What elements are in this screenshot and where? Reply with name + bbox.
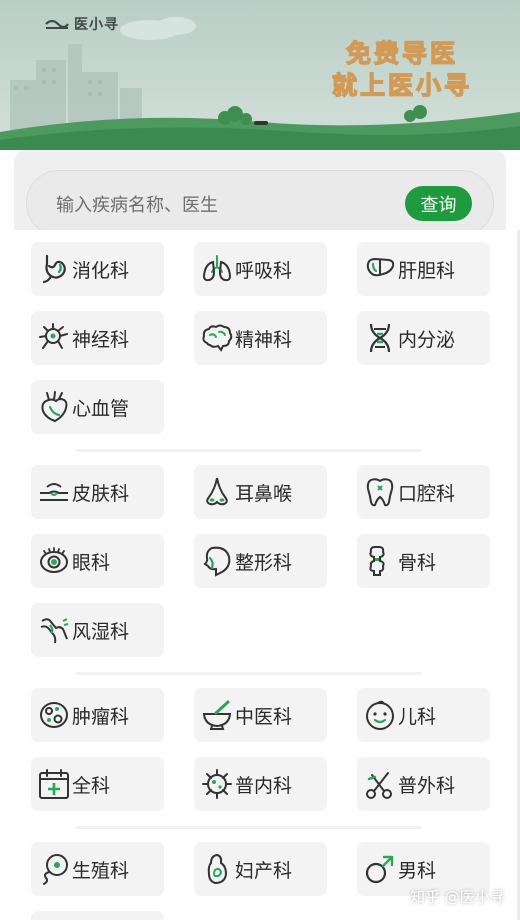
stomach-icon	[37, 252, 71, 286]
dept-label: 全科	[72, 774, 111, 797]
group-divider	[76, 449, 422, 452]
dept-plastic-surgery[interactable]: 整形科	[194, 534, 327, 588]
search-button[interactable]: 查询	[405, 186, 472, 221]
pregnant-icon	[200, 852, 234, 886]
group-divider	[76, 672, 422, 675]
dept-label: 生殖科	[72, 859, 130, 882]
brand-mark-icon	[45, 19, 69, 29]
skin-icon	[37, 475, 71, 509]
dept-neurology[interactable]: 神经科	[31, 311, 164, 365]
dept-orthopedics[interactable]: 骨科	[357, 534, 490, 588]
dept-label: 风湿科	[72, 620, 130, 643]
dept-label: 口腔科	[398, 482, 456, 505]
sperm-icon	[37, 852, 71, 886]
dept-oncology[interactable]: 肿瘤科	[31, 688, 164, 742]
dept-label: 内分泌	[398, 328, 456, 351]
dept-label: 儿科	[398, 705, 437, 728]
calendar-plus-icon	[37, 767, 71, 801]
slogan-line-1: 免费导医	[345, 38, 458, 68]
dept-hepatobiliary[interactable]: 肝胆科	[357, 242, 490, 296]
dept-label: 妇产科	[235, 859, 293, 882]
liver-icon	[363, 252, 397, 286]
dept-cardiovascular[interactable]: 心血管	[31, 380, 164, 434]
search-placeholder: 输入疾病名称、医生	[56, 195, 218, 216]
tumor-cell-icon	[37, 698, 71, 732]
dept-general-surgery[interactable]: 普外科	[357, 757, 490, 811]
dept-rheumatology[interactable]: 风湿科	[31, 603, 164, 657]
dna-icon	[363, 321, 397, 355]
dept-label: 中医科	[235, 705, 293, 728]
dept-label: 消化科	[72, 259, 130, 282]
slogan-line-2: 就上医小寻	[331, 70, 472, 100]
male-symbol-icon	[363, 852, 397, 886]
mortar-icon	[200, 698, 234, 732]
dept-label: 眼科	[72, 551, 111, 574]
nose-icon	[200, 475, 234, 509]
eye-icon	[37, 544, 71, 578]
dept-partial-next[interactable]	[31, 911, 164, 920]
dept-label: 皮肤科	[72, 482, 130, 505]
banner-slogan: 免费导医 就上医小寻	[331, 38, 472, 102]
neuron-icon	[37, 321, 71, 355]
brand-logo: 医小寻	[44, 14, 119, 34]
dept-tcm[interactable]: 中医科	[194, 688, 327, 742]
dept-general[interactable]: 全科	[31, 757, 164, 811]
scissors-icon	[363, 767, 397, 801]
lungs-icon	[200, 252, 234, 286]
tooth-icon	[363, 475, 397, 509]
dept-label: 普内科	[235, 774, 293, 797]
dept-label: 心血管	[72, 397, 130, 420]
bone-icon	[363, 544, 397, 578]
banner[interactable]: 医小寻 免费导医 就上医小寻	[0, 0, 520, 150]
dept-label: 肝胆科	[398, 259, 456, 282]
dept-respiratory[interactable]: 呼吸科	[194, 242, 327, 296]
dept-dental[interactable]: 口腔科	[357, 465, 490, 519]
face-profile-icon	[200, 544, 234, 578]
baby-face-icon	[363, 698, 397, 732]
joint-icon	[37, 613, 71, 647]
dept-endocrinology[interactable]: 内分泌	[357, 311, 490, 365]
dept-digestive[interactable]: 消化科	[31, 242, 164, 296]
dept-label: 呼吸科	[235, 259, 293, 282]
dept-label: 耳鼻喉	[235, 482, 293, 505]
dept-ent[interactable]: 耳鼻喉	[194, 465, 327, 519]
dept-label: 整形科	[235, 551, 293, 574]
heart-icon	[37, 390, 71, 424]
dept-internal-medicine[interactable]: 普内科	[194, 757, 327, 811]
dept-pediatrics[interactable]: 儿科	[357, 688, 490, 742]
brain-icon	[200, 321, 234, 355]
virus-icon	[200, 767, 234, 801]
dept-reproductive[interactable]: 生殖科	[31, 842, 164, 896]
watermark: 知乎 @医小寻	[410, 888, 505, 906]
brand-name: 医小寻	[74, 17, 119, 33]
dept-obstetrics[interactable]: 妇产科	[194, 842, 327, 896]
dept-label: 普外科	[398, 774, 456, 797]
dept-dermatology[interactable]: 皮肤科	[31, 465, 164, 519]
dept-psychiatry[interactable]: 精神科	[194, 311, 327, 365]
dept-label: 男科	[398, 859, 437, 882]
dept-label: 神经科	[72, 328, 130, 351]
dept-label: 精神科	[235, 328, 293, 351]
dept-label: 肿瘤科	[72, 705, 130, 728]
carousel-indicator[interactable]	[254, 121, 268, 125]
group-divider	[76, 826, 422, 829]
dept-label: 骨科	[398, 551, 437, 574]
dept-ophthalmology[interactable]: 眼科	[31, 534, 164, 588]
